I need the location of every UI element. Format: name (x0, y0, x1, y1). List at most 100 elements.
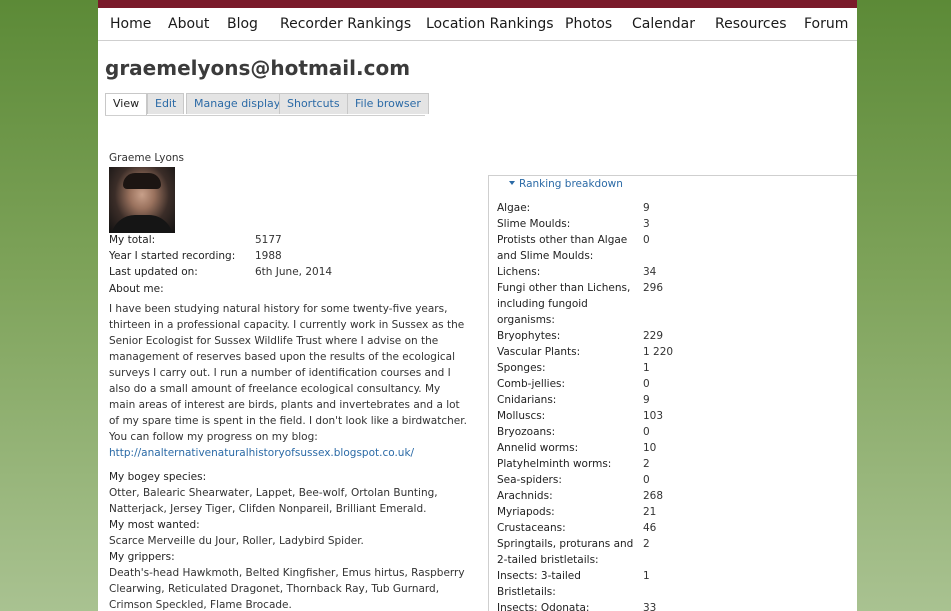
ranking-row-label: Springtails, proturans and 2-tailed bris… (497, 538, 634, 566)
ranking-row-value: 0 (643, 474, 650, 486)
ranking-row-label: Bryozoans: (497, 426, 556, 438)
ranking-row: Algae: 9 (497, 200, 847, 216)
ranking-row: Vascular Plants: 1 220 (497, 344, 847, 360)
nav-location-rankings[interactable]: Location Rankings (426, 16, 554, 32)
ranking-row-label: Lichens: (497, 266, 541, 278)
nav-forum[interactable]: Forum (804, 16, 848, 32)
nav-photos[interactable]: Photos (565, 16, 612, 32)
tab-edit[interactable]: Edit (147, 93, 185, 114)
ranking-row-label: Molluscs: (497, 410, 546, 422)
tab-shortcuts[interactable]: Shortcuts (279, 93, 348, 114)
ranking-list: Algae: 9 Slime Moulds: 3 Protists other than… (497, 200, 847, 611)
wanted-label: My most wanted: (109, 519, 200, 531)
tab-manage-display[interactable]: Manage display (186, 93, 289, 114)
ranking-row-label: Algae: (497, 202, 531, 214)
grippers-text: Death's-head Hawkmoth, Belted Kingfisher… (109, 567, 465, 611)
ranking-row: Molluscs: 103 (497, 408, 847, 424)
ranking-row-label: Protists other than Algae and Slime Moul… (497, 234, 628, 262)
bogey-label: My bogey species: (109, 471, 207, 483)
profile-photo (109, 167, 175, 233)
ranking-row-value: 9 (643, 394, 650, 406)
ranking-row: Platyhelminth worms: 2 (497, 456, 847, 472)
ranking-legend-toggle[interactable]: Ranking breakdown (503, 176, 629, 192)
field-total-value: 5177 (255, 234, 282, 246)
ranking-row-value: 296 (643, 282, 664, 294)
ranking-row-value: 46 (643, 522, 657, 534)
grippers-label: My grippers: (109, 551, 175, 563)
caret-down-icon (509, 181, 515, 185)
ranking-row: Bryophytes: 229 (497, 328, 847, 344)
tab-view[interactable]: View (105, 93, 148, 116)
ranking-row-value: 229 (643, 330, 664, 342)
profile-name: Graeme Lyons (109, 152, 185, 164)
ranking-row-value: 2 (643, 458, 650, 470)
blog-link[interactable]: http://analternativenaturalhistoryofsuss… (109, 445, 474, 461)
ranking-row-label: Cnidarians: (497, 394, 557, 406)
ranking-row: Myriapods: 21 (497, 504, 847, 520)
ranking-row-label: Comb-jellies: (497, 378, 566, 390)
nav-recorder-rankings[interactable]: Recorder Rankings (280, 16, 411, 32)
ranking-row-label: Fungi other than Lichens, including fung… (497, 282, 631, 326)
about-label: About me: (109, 283, 164, 295)
ranking-row-label: Crustaceans: (497, 522, 566, 534)
nav-calendar[interactable]: Calendar (632, 16, 695, 32)
ranking-row-value: 1 (643, 362, 650, 374)
field-year-started-value: 1988 (255, 250, 282, 262)
page-title: graemelyons@hotmail.com (105, 56, 411, 80)
ranking-row-value: 103 (643, 410, 664, 422)
ranking-row-value: 1 220 (643, 346, 674, 358)
ranking-row-value: 9 (643, 202, 650, 214)
photo-hair-shape (123, 173, 161, 189)
wanted-text: Scarce Merveille du Jour, Roller, Ladybi… (109, 535, 364, 547)
nav-resources[interactable]: Resources (715, 16, 787, 32)
ranking-row: Sponges: 1 (497, 360, 847, 376)
field-year-started: Year I started recording: 1988 (109, 249, 474, 265)
ranking-row: Sea-spiders: 0 (497, 472, 847, 488)
ranking-row-label: Insects: 3-tailed Bristletails: (497, 570, 581, 598)
page-container: Home About Blog Recorder Rankings Locati… (98, 0, 857, 611)
ranking-row-value: 34 (643, 266, 657, 278)
ranking-row: Bryozoans: 0 (497, 424, 847, 440)
profile-details: Graeme Lyons My total: 5177 Year I start… (109, 152, 474, 611)
ranking-row-value: 2 (643, 538, 650, 550)
ranking-row: Fungi other than Lichens, including fung… (497, 280, 847, 328)
ranking-row-label: Annelid worms: (497, 442, 579, 454)
tabs-divider (105, 115, 425, 116)
field-total-label: My total: (109, 234, 156, 246)
ranking-row-value: 268 (643, 490, 664, 502)
ranking-row: Cnidarians: 9 (497, 392, 847, 408)
ranking-row-label: Sea-spiders: (497, 474, 562, 486)
nav-home[interactable]: Home (110, 16, 151, 32)
ranking-row: Lichens: 34 (497, 264, 847, 280)
ranking-row: Annelid worms: 10 (497, 440, 847, 456)
ranking-row-value: 1 (643, 570, 650, 582)
ranking-row: Insects: 3-tailed Bristletails: 1 (497, 568, 847, 600)
ranking-row-label: Sponges: (497, 362, 546, 374)
ranking-row-value: 10 (643, 442, 657, 454)
ranking-panel: Ranking breakdown Algae: 9 Slime Moulds: 3 P… (488, 167, 857, 611)
ranking-row-label: Vascular Plants: (497, 346, 581, 358)
ranking-row: Protists other than Algae and Slime Moul… (497, 232, 847, 264)
field-last-updated-value: 6th June, 2014 (255, 266, 333, 278)
ranking-row-value: 0 (643, 426, 650, 438)
tab-file-browser[interactable]: File browser (347, 93, 429, 114)
ranking-row: Slime Moulds: 3 (497, 216, 847, 232)
ranking-row-label: Platyhelminth worms: (497, 458, 612, 470)
nav-about[interactable]: About (168, 16, 209, 32)
ranking-row: Arachnids: 268 (497, 488, 847, 504)
ranking-row-value: 0 (643, 378, 650, 390)
ranking-row-value: 0 (643, 234, 650, 246)
ranking-row-value: 21 (643, 506, 657, 518)
ranking-row: Insects: Odonata: 33 (497, 600, 847, 611)
field-last-updated-label: Last updated on: (109, 266, 198, 278)
ranking-row-label: Myriapods: (497, 506, 555, 518)
nav-blog[interactable]: Blog (227, 16, 258, 32)
ranking-row-label: Arachnids: (497, 490, 553, 502)
ranking-row: Springtails, proturans and 2-tailed bris… (497, 536, 847, 568)
bogey-text: Otter, Balearic Shearwater, Lappet, Bee-… (109, 487, 438, 515)
field-total: My total: 5177 (109, 233, 474, 249)
ranking-legend-label: Ranking breakdown (519, 178, 623, 190)
ranking-row-label: Slime Moulds: (497, 218, 571, 230)
ranking-row: Crustaceans: 46 (497, 520, 847, 536)
field-last-updated: Last updated on: 6th June, 2014 (109, 265, 474, 281)
